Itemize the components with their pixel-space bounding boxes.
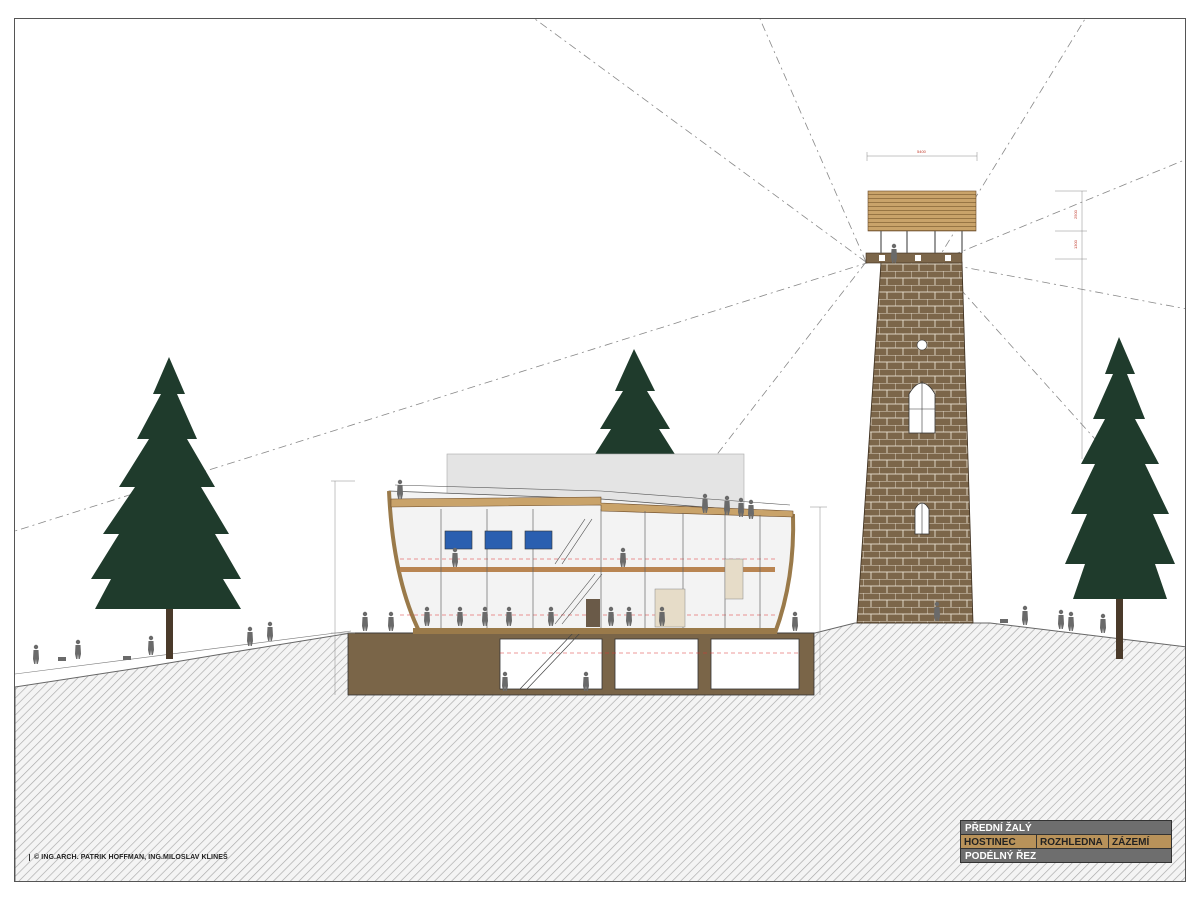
author-credit: © ING.ARCH. PATRIK HOFFMAN, ING.MILOSLAV… bbox=[29, 854, 228, 861]
title-sections: HOSTINEC ROZHLEDNA ZÁZEMÍ bbox=[960, 834, 1172, 849]
section-rozhledna: ROZHLEDNA bbox=[1037, 835, 1109, 848]
title-project: PŘEDNÍ ŽALÝ bbox=[960, 820, 1172, 835]
basement bbox=[347, 630, 815, 696]
title-sheet: PODÉLNÝ ŘEZ bbox=[960, 848, 1172, 863]
tree-left bbox=[91, 357, 241, 659]
dim-parapet-height: 1300 bbox=[1073, 239, 1078, 249]
drawing-sheet: 5400 2500 1300 © ING.ARCH. PATRIK HOFFMA… bbox=[14, 18, 1186, 882]
dim-tower-width: 5400 bbox=[917, 149, 927, 154]
section-hostinec: HOSTINEC bbox=[961, 835, 1037, 848]
dim-roof-height: 2500 bbox=[1073, 209, 1078, 219]
title-block: PŘEDNÍ ŽALÝ HOSTINEC ROZHLEDNA ZÁZEMÍ PO… bbox=[960, 820, 1172, 863]
section-drawing: 5400 2500 1300 bbox=[15, 19, 1185, 881]
section-zazemi: ZÁZEMÍ bbox=[1112, 837, 1150, 848]
lookout-tower bbox=[856, 190, 977, 624]
tree-right bbox=[1065, 337, 1175, 659]
